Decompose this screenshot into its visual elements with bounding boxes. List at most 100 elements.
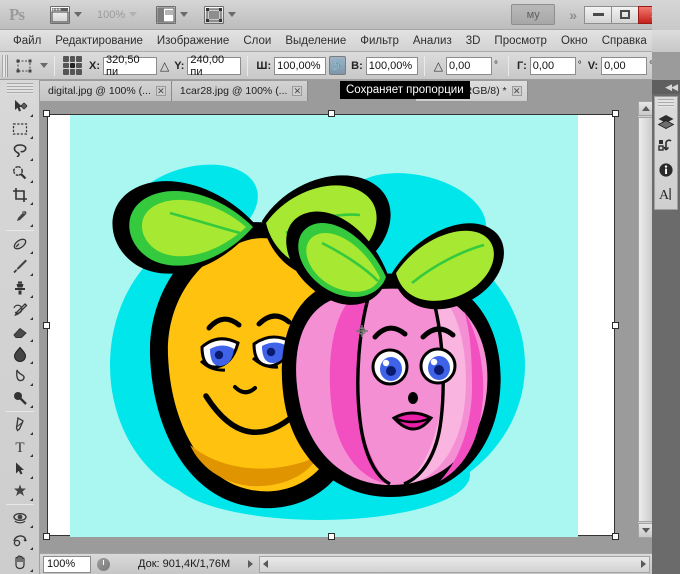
brush-tool[interactable] (5, 255, 35, 277)
horizontal-type-tool[interactable]: T (5, 436, 35, 458)
tool-expand-triangle[interactable] (29, 547, 33, 550)
tools-panel-grip[interactable] (6, 83, 33, 94)
crop-tool[interactable] (5, 184, 35, 206)
tool-expand-triangle[interactable] (29, 432, 33, 435)
tool-expand-triangle[interactable] (29, 339, 33, 342)
reference-point-grid[interactable] (63, 56, 82, 75)
transform-handle-bottom-center[interactable] (328, 533, 335, 540)
menu-item-select[interactable]: Выделение (278, 33, 353, 49)
transform-handle-top-right[interactable] (612, 110, 619, 117)
menu-item-edit[interactable]: Редактирование (48, 33, 150, 49)
tool-expand-triangle[interactable] (29, 454, 33, 457)
clone-stamp-tool[interactable] (5, 277, 35, 299)
tab-close-icon[interactable]: ✕ (511, 86, 522, 96)
character-panel-icon[interactable]: A (655, 182, 677, 206)
dock-panel-grip[interactable] (658, 99, 674, 107)
dodge-tool[interactable] (5, 387, 35, 409)
tool-expand-triangle[interactable] (29, 224, 33, 227)
tool-expand-triangle[interactable] (29, 317, 33, 320)
custom-shape-tool[interactable] (5, 480, 35, 502)
height-scale-input[interactable]: 100,00% (365, 56, 418, 75)
bridge-button[interactable] (49, 4, 83, 26)
zoom-percentage-input[interactable]: 100% (43, 555, 91, 573)
tool-expand-triangle[interactable] (29, 158, 33, 161)
menu-item-help[interactable]: Справка (595, 33, 654, 49)
transform-handle-top-center[interactable] (328, 110, 335, 117)
x-position-input[interactable]: 320,50 пи (103, 54, 157, 78)
menu-item-window[interactable]: Окно (554, 33, 595, 49)
status-expand-button[interactable] (248, 560, 254, 568)
vertical-scroll-thumb[interactable] (638, 117, 652, 522)
tool-expand-triangle[interactable] (29, 114, 33, 117)
tool-expand-triangle[interactable] (29, 202, 33, 205)
width-scale-input[interactable]: 100,00% (274, 56, 327, 75)
tool-preset-caret[interactable] (40, 63, 48, 68)
rectangular-marquee-tool[interactable] (5, 118, 35, 140)
tool-expand-triangle[interactable] (29, 405, 33, 408)
gradient-tool[interactable] (5, 343, 35, 365)
tool-expand-triangle[interactable] (29, 498, 33, 501)
quick-selection-tool[interactable] (5, 162, 35, 184)
tab-1car28-jpg[interactable]: 1car28.jpg @ 100% (... ✕ (171, 81, 309, 101)
menu-item-filter[interactable]: Фильтр (353, 33, 406, 49)
relative-position-toggle[interactable]: △ (160, 59, 169, 73)
canvas-horizontal-scrollbar[interactable] (259, 555, 650, 573)
tab-close-icon[interactable]: ✕ (292, 86, 303, 96)
scroll-down-button[interactable] (638, 523, 652, 538)
chevron-left-icon[interactable] (263, 560, 269, 568)
zoom-level-display[interactable]: 100% (97, 9, 138, 21)
document-canvas[interactable] (47, 114, 615, 537)
tool-expand-triangle[interactable] (29, 361, 33, 364)
info-panel-icon[interactable] (655, 158, 677, 182)
blur-tool[interactable] (5, 365, 35, 387)
eyedropper-tool[interactable] (5, 206, 35, 228)
rotate-angle-input[interactable]: 0,00 (445, 56, 492, 75)
chevron-right-icon-2[interactable] (641, 560, 646, 568)
scroll-up-button[interactable] (638, 101, 652, 116)
canvas-vertical-scrollbar[interactable] (637, 101, 652, 538)
menu-item-layers[interactable]: Слои (236, 33, 278, 49)
screen-mode-button[interactable] (155, 4, 189, 26)
arrange-documents-button[interactable] (203, 4, 237, 26)
tool-expand-triangle[interactable] (29, 525, 33, 528)
move-tool[interactable] (5, 96, 35, 118)
menu-item-analysis[interactable]: Анализ (406, 33, 459, 49)
tab-digital-jpg[interactable]: digital.jpg @ 100% (... ✕ (40, 81, 172, 101)
menu-item-file[interactable]: Файл (6, 33, 48, 49)
tool-expand-triangle[interactable] (29, 383, 33, 386)
collapse-panels-button[interactable]: ◀◀ (652, 80, 680, 94)
eraser-tool[interactable] (5, 321, 35, 343)
zoom-dropdown-caret[interactable] (129, 12, 138, 17)
menu-item-view[interactable]: Просмотр (487, 33, 554, 49)
more-options-chevron[interactable]: » (569, 7, 577, 23)
arrange-documents-caret[interactable] (228, 12, 237, 17)
menu-item-image[interactable]: Изображение (150, 33, 236, 49)
transform-handle-bottom-left[interactable] (43, 533, 50, 540)
canvas-area[interactable] (40, 101, 652, 553)
minimize-button[interactable] (584, 5, 612, 24)
tool-expand-triangle[interactable] (29, 476, 33, 479)
options-bar-grip[interactable] (2, 54, 8, 77)
bridge-dropdown-caret[interactable] (74, 12, 82, 17)
tool-expand-triangle[interactable] (29, 251, 33, 254)
path-selection-tool[interactable] (5, 458, 35, 480)
tool-expand-triangle[interactable] (29, 180, 33, 183)
maintain-aspect-ratio-button[interactable]: 🔗 (329, 56, 347, 75)
skew-horizontal-input[interactable]: 0,00 (529, 56, 576, 75)
menu-item-3d[interactable]: 3D (459, 33, 488, 49)
history-panel-icon[interactable] (655, 134, 677, 158)
hand-tool[interactable] (5, 551, 35, 573)
maximize-button[interactable] (611, 5, 639, 24)
artwork-image[interactable] (70, 115, 578, 537)
lasso-tool[interactable] (5, 140, 35, 162)
transform-handle-top-left[interactable] (43, 110, 50, 117)
transform-handle-middle-left[interactable] (43, 322, 50, 329)
transform-handle-middle-right[interactable] (612, 322, 619, 329)
pen-tool[interactable] (5, 414, 35, 436)
layers-panel-icon[interactable] (655, 110, 677, 134)
tool-expand-triangle[interactable] (29, 569, 33, 572)
3d-rotate-tool[interactable] (5, 507, 35, 529)
skew-vertical-input[interactable]: 0,00 (601, 56, 648, 75)
spot-healing-brush-tool[interactable] (5, 233, 35, 255)
transform-handle-bottom-right[interactable] (612, 533, 619, 540)
